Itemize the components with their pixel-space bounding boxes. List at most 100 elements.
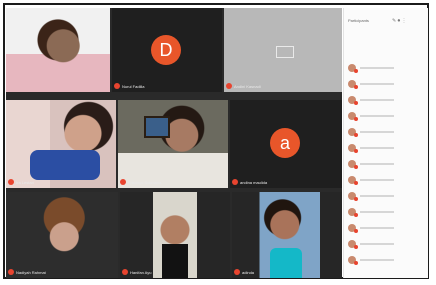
muted-mic-icon bbox=[226, 83, 232, 89]
video-tile[interactable]: Nadiyah Rahmat bbox=[6, 192, 118, 278]
participant-name-tag: Andini Kasnadi bbox=[226, 82, 261, 90]
participant-name bbox=[360, 211, 394, 213]
muted-mic-icon bbox=[354, 117, 358, 121]
muted-mic-icon bbox=[122, 269, 128, 275]
participant-row[interactable] bbox=[348, 124, 424, 140]
muted-mic-icon bbox=[120, 179, 126, 185]
participant-row[interactable] bbox=[348, 220, 424, 236]
muted-mic-icon bbox=[354, 245, 358, 249]
muted-mic-icon bbox=[232, 179, 238, 185]
avatar bbox=[348, 128, 358, 137]
participants-list bbox=[348, 60, 424, 268]
participant-row[interactable] bbox=[348, 204, 424, 220]
participant-row[interactable] bbox=[348, 236, 424, 252]
participant-row[interactable] bbox=[348, 108, 424, 124]
participant-name-tag: andina maulida bbox=[232, 178, 267, 186]
panel-header-icons: ✎ ⏺ ⋮ bbox=[392, 18, 407, 24]
participant-video bbox=[118, 100, 228, 188]
participant-name bbox=[360, 83, 394, 85]
participant-name bbox=[360, 243, 394, 245]
avatar bbox=[348, 160, 358, 169]
participant-shirt bbox=[270, 248, 302, 278]
avatar bbox=[348, 208, 358, 217]
participant-name bbox=[360, 227, 394, 229]
participant-shirt bbox=[162, 244, 188, 278]
participant-name bbox=[360, 259, 394, 261]
participant-name: Ira Lestari bbox=[16, 179, 34, 185]
muted-mic-icon bbox=[354, 69, 358, 73]
avatar bbox=[348, 64, 358, 73]
avatar: D bbox=[151, 35, 181, 65]
participant-row[interactable] bbox=[348, 252, 424, 268]
muted-mic-icon bbox=[234, 269, 240, 275]
muted-mic-icon bbox=[354, 165, 358, 169]
participant-row[interactable] bbox=[348, 188, 424, 204]
participant-video bbox=[6, 8, 110, 92]
muted-mic-icon bbox=[354, 85, 358, 89]
avatar: a bbox=[270, 128, 300, 158]
participant-name bbox=[360, 131, 394, 133]
camera-off-icon bbox=[276, 46, 294, 58]
video-tile[interactable]: a andina maulida bbox=[230, 100, 342, 188]
pin-icon[interactable]: ✎ bbox=[392, 18, 396, 24]
muted-mic-icon bbox=[8, 179, 14, 185]
participant-name: Nadiyah Rahmat bbox=[16, 269, 46, 275]
avatar bbox=[348, 224, 358, 233]
participant-name bbox=[360, 179, 394, 181]
participant-name-tag: Frisdoyo Sukmana bbox=[120, 178, 161, 186]
muted-mic-icon bbox=[354, 229, 358, 233]
muted-mic-icon bbox=[354, 101, 358, 105]
participant-name-tag: Nurul Fadilla bbox=[114, 82, 144, 90]
more-icon[interactable]: ⋮ bbox=[402, 18, 407, 24]
participant-name bbox=[360, 67, 394, 69]
muted-mic-icon bbox=[354, 133, 358, 137]
participant-shirt bbox=[30, 150, 100, 180]
avatar bbox=[348, 256, 358, 265]
participant-name bbox=[360, 195, 394, 197]
mic-icon[interactable]: ⏺ bbox=[398, 18, 401, 24]
participant-name bbox=[360, 147, 394, 149]
participant-row[interactable] bbox=[348, 92, 424, 108]
participant-name-tag: adinda bbox=[234, 268, 254, 276]
participant-name: andina maulida bbox=[240, 179, 268, 185]
participant-name: Nurul Fadilla bbox=[122, 83, 145, 89]
participant-row[interactable] bbox=[348, 76, 424, 92]
participant-row[interactable] bbox=[348, 140, 424, 156]
video-tile[interactable]: Frisdoyo Sukmana bbox=[118, 100, 228, 188]
muted-mic-icon bbox=[354, 197, 358, 201]
participant-row[interactable] bbox=[348, 156, 424, 172]
participant-name-tag: Nadiyah Rahmat bbox=[8, 268, 46, 276]
participant-name-tag: Ira Lestari bbox=[8, 178, 34, 186]
avatar bbox=[348, 144, 358, 153]
avatar-letter: a bbox=[279, 132, 290, 153]
video-tile[interactable]: D Nurul Fadilla bbox=[112, 8, 222, 92]
participant-row[interactable] bbox=[348, 60, 424, 76]
video-tile[interactable] bbox=[6, 8, 110, 92]
video-tile[interactable]: Andini Kasnadi bbox=[224, 8, 342, 92]
avatar bbox=[348, 96, 358, 105]
muted-mic-icon bbox=[354, 149, 358, 153]
participant-name bbox=[360, 99, 394, 101]
participant-row[interactable] bbox=[348, 172, 424, 188]
participant-name: Hanifan Ayu bbox=[130, 269, 152, 275]
muted-mic-icon bbox=[354, 181, 358, 185]
participant-video bbox=[6, 192, 118, 278]
participant-name: adinda bbox=[242, 269, 255, 275]
avatar bbox=[348, 112, 358, 121]
avatar bbox=[348, 240, 358, 249]
participant-name bbox=[360, 163, 394, 165]
participant-name: Andini Kasnadi bbox=[234, 83, 261, 89]
participant-name-tag: Hanifan Ayu bbox=[122, 268, 152, 276]
muted-mic-icon bbox=[354, 213, 358, 217]
video-tile[interactable]: Ira Lestari bbox=[6, 100, 116, 188]
muted-mic-icon bbox=[114, 83, 120, 89]
video-tile[interactable]: adinda bbox=[232, 192, 342, 278]
video-tile[interactable]: Hanifan Ayu bbox=[120, 192, 230, 278]
panel-title: Participants bbox=[348, 18, 369, 23]
participants-panel: Participants ✎ ⏺ ⋮ bbox=[343, 8, 428, 278]
video-grid: D Nurul Fadilla Andini Kasnadi Ira Lesta… bbox=[6, 8, 342, 278]
avatar-letter: D bbox=[159, 39, 173, 60]
muted-mic-icon bbox=[354, 261, 358, 265]
participant-name: Frisdoyo Sukmana bbox=[128, 179, 162, 185]
muted-mic-icon bbox=[8, 269, 14, 275]
